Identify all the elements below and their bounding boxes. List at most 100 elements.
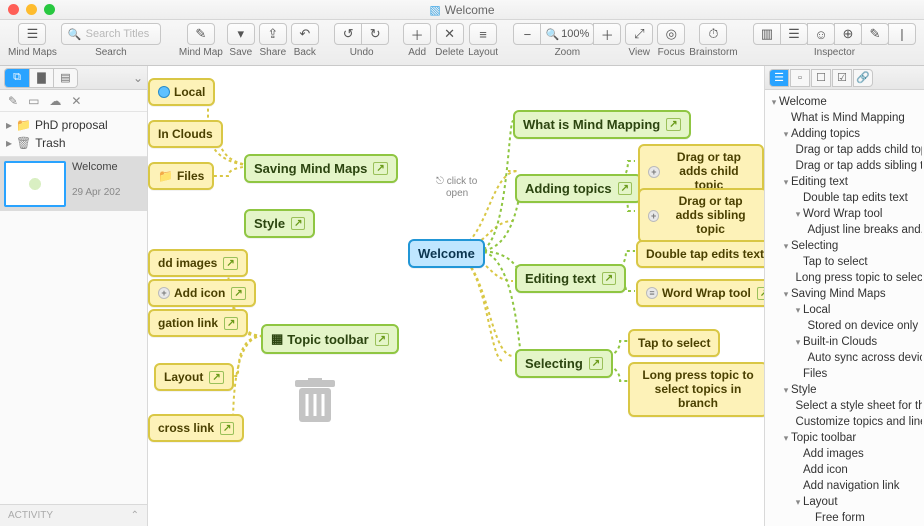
redo-button[interactable]: ↻ xyxy=(361,23,389,45)
node-adding[interactable]: Adding topics xyxy=(515,174,642,203)
seg-cloud-icon[interactable]: ⧉ xyxy=(5,69,29,87)
activity-bar[interactable]: ACTIVITY⌃ xyxy=(0,504,147,526)
search-input[interactable]: 🔍 Search Titles xyxy=(61,23,161,45)
outline-tab-link[interactable]: 🔗 xyxy=(853,69,873,87)
outline-tab-note[interactable]: ▫ xyxy=(790,69,810,87)
outline-item[interactable]: Tap to select xyxy=(767,254,922,270)
outline-item[interactable]: ▾Selecting xyxy=(767,238,922,254)
outline-item[interactable]: ▾Welcome xyxy=(767,94,922,110)
outline-item[interactable]: ▾Style xyxy=(767,382,922,398)
zoom-in-button[interactable]: ＋ xyxy=(593,23,621,45)
share-button[interactable]: ⇪ xyxy=(259,23,287,45)
outline-item[interactable]: ▾Local xyxy=(767,302,922,318)
outline-item[interactable]: Add navigation link xyxy=(767,478,922,494)
node-files[interactable]: 📁Files xyxy=(148,162,214,190)
outline-item[interactable]: What is Mind Mapping xyxy=(767,110,922,126)
delete-button[interactable]: ✕ xyxy=(436,23,464,45)
node-doubletap[interactable]: Double tap edits text xyxy=(636,240,764,268)
node-selecting[interactable]: Selecting xyxy=(515,349,613,378)
delete-icon[interactable]: ✕ xyxy=(71,94,81,108)
outline-item[interactable]: ▾Built-in Clouds xyxy=(767,334,922,350)
outline-item[interactable]: Drag or tap adds child topic xyxy=(767,142,922,158)
zoom-out-button[interactable]: − xyxy=(513,23,541,45)
outline-tree[interactable]: ▾Welcome What is Mind Mapping▾Adding top… xyxy=(765,90,924,526)
cloud-icon[interactable]: ☁ xyxy=(49,94,61,108)
new-folder-icon[interactable]: ▭ xyxy=(28,94,39,108)
window-controls xyxy=(8,4,55,15)
outline-item[interactable]: Long press topic to select... xyxy=(767,270,922,286)
inspector-toggle-5[interactable]: ✎ xyxy=(861,23,889,45)
outline-item[interactable]: ▾Topic toolbar xyxy=(767,430,922,446)
outline-item[interactable]: Files xyxy=(767,366,922,382)
left-sidebar: ⧉ ▇ ▤ ⌄ ✎ ▭ ☁ ✕ ▸📁PhD proposal ▸🗑Trash W… xyxy=(0,66,148,526)
chevron-up-icon: ⌃ xyxy=(131,510,139,521)
outline-item[interactable]: ▾Adding topics xyxy=(767,126,922,142)
outline-item[interactable]: Customize topics and lines xyxy=(767,414,922,430)
mindmap-button[interactable]: ✎ xyxy=(187,23,215,45)
outline-item[interactable]: Double tap edits text xyxy=(767,190,922,206)
tree-row-folder[interactable]: ▸📁PhD proposal xyxy=(6,116,141,134)
zoom-window[interactable] xyxy=(44,4,55,15)
node-clouds[interactable]: In Clouds xyxy=(148,120,223,148)
node-nav-link[interactable]: gation link xyxy=(148,309,248,337)
outline-tab-task[interactable]: ☐ xyxy=(811,69,831,87)
outline-item[interactable]: ▾Saving Mind Maps xyxy=(767,286,922,302)
undo-button[interactable]: ↺ xyxy=(334,23,362,45)
node-topic-toolbar[interactable]: ▦Topic toolbar xyxy=(261,324,399,354)
focus-button[interactable]: ◎ xyxy=(657,23,685,45)
close-window[interactable] xyxy=(8,4,19,15)
node-add-icon[interactable]: +Add icon xyxy=(148,279,256,307)
node-drag-sibling[interactable]: +Drag or tapadds sibling topic xyxy=(638,188,764,243)
brainstorm-button[interactable]: ⏱ xyxy=(699,23,727,45)
outline-item[interactable]: Add images xyxy=(767,446,922,462)
mindmap-canvas[interactable]: Welcome ⎋ click to open What is Mind Map… xyxy=(148,66,764,526)
outline-tabs: ☰ ▫ ☐ ☑ 🔗 xyxy=(765,66,924,90)
outline-tab-check[interactable]: ☑ xyxy=(832,69,852,87)
left-view-segment[interactable]: ⧉ ▇ ▤ xyxy=(4,68,78,88)
minimize-window[interactable] xyxy=(26,4,37,15)
outline-item[interactable]: Free form xyxy=(767,510,922,526)
node-wordwrap[interactable]: ≡Word Wrap tool xyxy=(636,279,764,307)
outline-item[interactable]: Drag or tap adds sibling to... xyxy=(767,158,922,174)
node-layout[interactable]: Layout xyxy=(154,363,234,391)
node-welcome[interactable]: Welcome xyxy=(408,239,485,268)
outline-item[interactable]: ▾Word Wrap tool xyxy=(767,206,922,222)
inspector-toggle-1[interactable]: ▥ xyxy=(753,23,781,45)
outline-item[interactable]: Adjust line breaks and... xyxy=(767,222,922,238)
node-style[interactable]: Style xyxy=(244,209,315,238)
new-doc-icon[interactable]: ✎ xyxy=(8,94,18,108)
node-crosslink[interactable]: cross link xyxy=(148,414,244,442)
outline-item[interactable]: Auto sync across devices xyxy=(767,350,922,366)
toolbar-icon: ▦ xyxy=(271,331,283,347)
back-button[interactable]: ↶ xyxy=(291,23,319,45)
node-what[interactable]: What is Mind Mapping xyxy=(513,110,691,139)
zoom-value[interactable]: 🔍100% xyxy=(540,23,594,45)
inspector-toggle-2[interactable]: ☰ xyxy=(780,23,808,45)
node-editing[interactable]: Editing text xyxy=(515,264,626,293)
node-long-press[interactable]: Long press topic toselect topics in bran… xyxy=(628,362,764,417)
inspector-toggle-3[interactable]: ☺ xyxy=(807,23,835,45)
outline-item[interactable]: Add icon xyxy=(767,462,922,478)
outline-item[interactable]: Stored on device only xyxy=(767,318,922,334)
node-add-images[interactable]: dd images xyxy=(148,249,248,277)
chevron-down-icon[interactable]: ⌄ xyxy=(133,71,143,85)
node-local[interactable]: Local xyxy=(148,78,215,106)
outline-item[interactable]: ▾Layout xyxy=(767,494,922,510)
save-button[interactable]: ▾ xyxy=(227,23,255,45)
seg-doc-icon[interactable]: ▤ xyxy=(53,69,77,87)
outline-item[interactable]: Select a style sheet for th... xyxy=(767,398,922,414)
mindmaps-button[interactable]: ☰ xyxy=(18,23,46,45)
node-saving[interactable]: Saving Mind Maps xyxy=(244,154,398,183)
outline-tab-list[interactable]: ☰ xyxy=(769,69,789,87)
seg-folder-icon[interactable]: ▇ xyxy=(29,69,53,87)
inspector-toggle-4[interactable]: ⊕ xyxy=(834,23,862,45)
node-tap-select[interactable]: Tap to select xyxy=(628,329,720,357)
view-button[interactable]: ⤢ xyxy=(625,23,653,45)
inspector-toggle-6[interactable]: ⼁ xyxy=(888,23,916,45)
add-button[interactable]: ＋ xyxy=(403,23,431,45)
thumbnail-row[interactable]: Welcome 29 Apr 202 xyxy=(0,157,147,211)
outline-item[interactable]: ▾Editing text xyxy=(767,174,922,190)
map-thumbnail[interactable] xyxy=(4,161,66,207)
layout-button[interactable]: ≡ xyxy=(469,23,497,45)
tree-row-trash[interactable]: ▸🗑Trash xyxy=(6,134,141,152)
